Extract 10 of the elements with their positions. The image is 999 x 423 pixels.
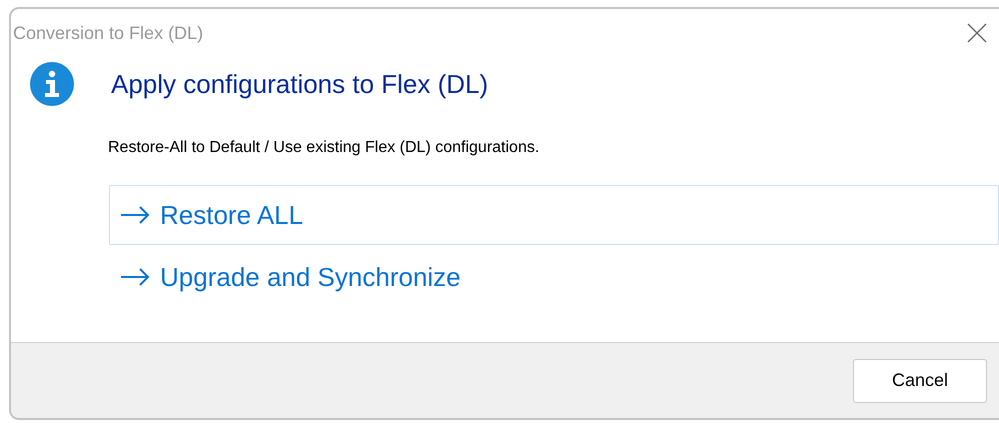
arrow-icon bbox=[120, 268, 150, 286]
close-icon[interactable] bbox=[967, 23, 987, 43]
info-icon bbox=[30, 62, 74, 106]
dialog-heading: Apply configurations to Flex (DL) bbox=[111, 68, 488, 100]
description: Restore-All to Default / Use existing Flex (DL) configurations. bbox=[107, 138, 540, 158]
cancel-button[interactable]: Cancel bbox=[853, 358, 987, 402]
command-link[interactable]: Upgrade and Synchronize bbox=[109, 247, 999, 307]
command-link[interactable]: Restore ALL bbox=[109, 185, 999, 245]
window-title: Conversion to Flex (DL) bbox=[13, 22, 204, 45]
arrow-icon bbox=[120, 206, 150, 224]
